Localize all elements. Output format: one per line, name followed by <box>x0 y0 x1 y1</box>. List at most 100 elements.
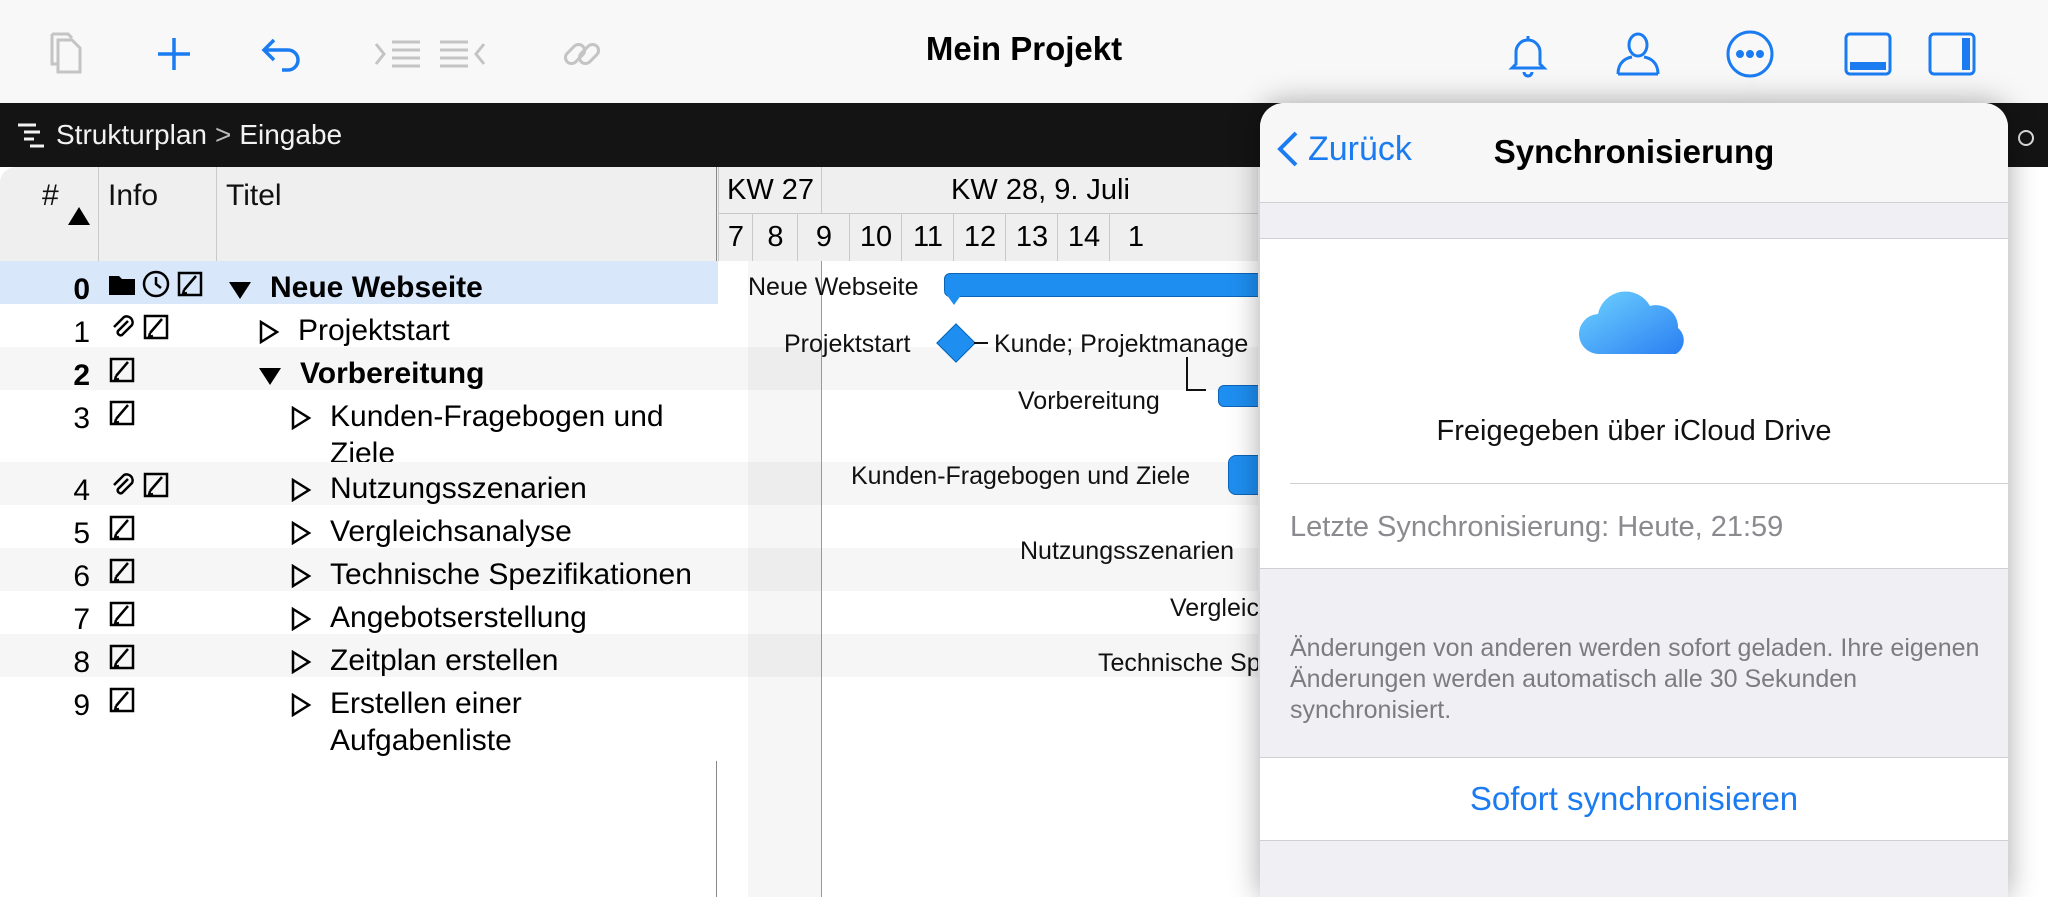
outline-table: # Info Titel 0 Neue Webseite 1 Projektstart… <box>0 167 718 897</box>
day-label: 12 <box>953 214 1006 261</box>
gantt-chart: KW 27 KW 28, 9. Juli 7 8 9 10 11 12 13 14 1 Neue… <box>718 167 1258 897</box>
table-row[interactable]: 3 Kunden-Fragebogen und Ziele <box>0 390 718 470</box>
sort-ascending-icon <box>68 207 90 225</box>
summary-bar[interactable] <box>944 273 1258 297</box>
note-icon[interactable] <box>108 600 136 628</box>
popover-arrow <box>1732 82 1772 104</box>
indent-button[interactable] <box>370 26 426 82</box>
note-icon[interactable] <box>142 313 170 341</box>
undo-icon <box>261 38 300 72</box>
task-title[interactable]: Projektstart <box>298 312 450 349</box>
column-header-title[interactable]: Titel <box>216 167 716 261</box>
note-icon[interactable] <box>142 471 170 499</box>
attachment-icon[interactable] <box>108 471 136 499</box>
breadcrumb-page[interactable]: Eingabe <box>239 119 342 151</box>
table-row[interactable]: 1 Projektstart <box>0 304 718 349</box>
add-icon <box>158 38 190 70</box>
side-panel-button[interactable] <box>1924 26 1980 82</box>
popover-title: Synchronisierung <box>1493 133 1775 170</box>
sync-popover: Zurück Synchronisierung Freigegeben über… <box>1260 103 2008 897</box>
people-button[interactable] <box>1610 26 1666 82</box>
breadcrumb[interactable]: Strukturplan > Eingabe <box>16 103 342 167</box>
task-title[interactable]: Zeitplan erstellen <box>330 642 558 679</box>
task-bar[interactable] <box>1228 455 1258 495</box>
outdent-button[interactable] <box>434 26 490 82</box>
notifications-button[interactable] <box>1500 26 1556 82</box>
bell-icon <box>1508 36 1548 78</box>
note-icon[interactable] <box>108 514 136 542</box>
attachment-icon[interactable] <box>108 313 136 341</box>
bottom-panel-button[interactable] <box>1840 26 1896 82</box>
table-row[interactable]: 5 Vergleichsanalyse <box>0 505 718 550</box>
table-row[interactable]: 0 Neue Webseite <box>0 261 718 306</box>
row-info-icons[interactable] <box>108 557 136 585</box>
row-info-icons[interactable] <box>108 356 136 384</box>
gantt-week-header: KW 27 KW 28, 9. Juli <box>718 167 1258 214</box>
note-icon[interactable] <box>176 270 204 298</box>
task-title[interactable]: Nutzungsszenarien <box>330 470 587 507</box>
user-icon <box>1616 32 1660 76</box>
task-title[interactable]: Vorbereitung <box>300 355 484 392</box>
row-info-icons[interactable] <box>108 600 136 628</box>
row-info-icons[interactable] <box>108 313 170 341</box>
bar-label: Nutzungsszenarien <box>1020 537 1235 565</box>
row-number: 5 <box>73 517 90 550</box>
week-label: KW 28, 9. Juli <box>821 167 1258 213</box>
row-info-icons[interactable] <box>108 643 136 671</box>
row-info-icons[interactable] <box>108 471 170 499</box>
row-number: 3 <box>73 402 90 435</box>
task-title[interactable]: Kunden-Fragebogen und Ziele <box>330 398 700 472</box>
clock-icon[interactable] <box>142 270 170 298</box>
table-row[interactable]: 6 Technische Spezifikationen <box>0 548 718 593</box>
note-icon[interactable] <box>108 557 136 585</box>
row-info-icons[interactable] <box>108 686 136 714</box>
note-icon[interactable] <box>108 399 136 427</box>
add-button[interactable] <box>146 26 202 82</box>
row-number: 8 <box>73 646 90 679</box>
task-title[interactable]: Vergleichsanalyse <box>330 513 572 550</box>
task-title[interactable]: Angebotserstellung <box>330 599 587 636</box>
link-button[interactable] <box>554 26 610 82</box>
gantt-day-header: 7 8 9 10 11 12 13 14 1 <box>718 214 1258 262</box>
outdent-icon <box>440 40 486 68</box>
disclosure-collapsed-icon[interactable] <box>290 404 312 438</box>
note-icon[interactable] <box>108 686 136 714</box>
more-button[interactable] <box>1722 26 1778 82</box>
row-number: 6 <box>73 560 90 593</box>
task-title[interactable]: Erstellen einer Aufgabenliste <box>330 685 700 759</box>
row-info-icons[interactable] <box>108 514 136 542</box>
breadcrumb-view[interactable]: Strukturplan <box>56 119 207 151</box>
row-number: 0 <box>73 273 90 306</box>
day-label: 10 <box>849 214 902 261</box>
folder-icon[interactable] <box>108 270 136 298</box>
resource-label: Kunde; Projektmanage <box>994 330 1249 358</box>
table-row[interactable]: 9 Erstellen einer Aufgabenliste <box>0 677 718 761</box>
note-icon[interactable] <box>108 643 136 671</box>
bar-label: Kunden-Fragebogen und Ziele <box>851 462 1191 490</box>
row-info-icons[interactable] <box>108 270 204 298</box>
task-title[interactable]: Neue Webseite <box>270 269 483 306</box>
summary-bar[interactable] <box>1218 385 1258 407</box>
table-row[interactable]: 7 Angebotserstellung <box>0 591 718 636</box>
row-info-icons[interactable] <box>108 399 136 427</box>
column-header-info[interactable]: Info <box>98 167 216 261</box>
sync-now-button[interactable]: Sofort synchronisieren <box>1260 757 2008 841</box>
row-number: 9 <box>73 689 90 722</box>
sync-info-text: Änderungen von anderen werden sofort gel… <box>1290 634 1980 724</box>
table-row[interactable]: 8 Zeitplan erstellen <box>0 634 718 679</box>
row-number: 7 <box>73 603 90 636</box>
table-row[interactable]: 2 Vorbereitung <box>0 347 718 392</box>
bar-label: Technische Sp <box>1098 649 1258 677</box>
task-title[interactable]: Technische Spezifikationen <box>330 556 692 593</box>
more-icon <box>1726 30 1774 78</box>
disclosure-collapsed-icon[interactable] <box>290 691 312 725</box>
copy-icon <box>50 32 82 74</box>
day-label: 14 <box>1057 214 1110 261</box>
table-row[interactable]: 4 Nutzungsszenarien <box>0 462 718 507</box>
undo-button[interactable] <box>254 26 310 82</box>
column-header-number[interactable]: # <box>0 167 98 261</box>
note-icon[interactable] <box>108 356 136 384</box>
day-label: 11 <box>901 214 954 261</box>
icloud-icon <box>1578 291 1684 355</box>
copy-button[interactable] <box>40 26 96 82</box>
